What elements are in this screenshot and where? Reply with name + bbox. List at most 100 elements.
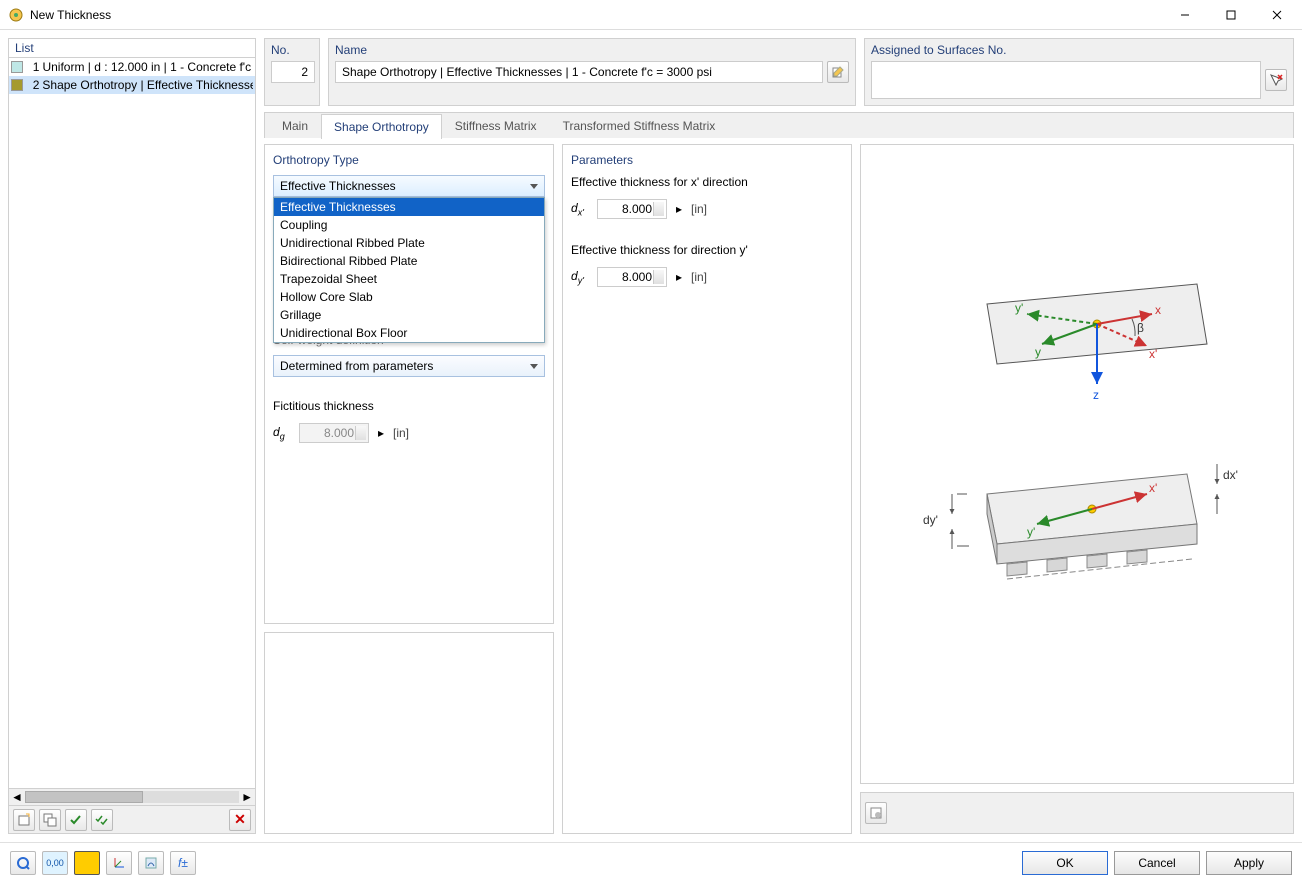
color-swatch	[11, 61, 23, 73]
parameters-panel: Parameters Effective thickness for x' di…	[562, 144, 852, 834]
combo-option[interactable]: Coupling	[274, 216, 544, 234]
scroll-left-icon[interactable]: ◄	[11, 790, 23, 804]
go-icon[interactable]: ▸	[373, 425, 389, 441]
assigned-input[interactable]	[871, 61, 1261, 99]
col-orthotropy: Orthotropy Type Effective Thicknesses Ef…	[264, 144, 554, 834]
param-x-symbol: dx'	[571, 201, 593, 217]
unit-label: [in]	[393, 426, 409, 440]
top-fields: No. 2 Name Shape Orthotropy | Effective …	[264, 38, 1294, 106]
svg-text:y': y'	[1027, 525, 1035, 539]
param-y-spinner[interactable]: 8.000	[597, 267, 667, 287]
svg-text:dx': dx'	[1223, 468, 1238, 482]
close-button[interactable]	[1254, 1, 1300, 29]
color-button[interactable]	[74, 851, 100, 875]
preview-toolbar	[860, 792, 1294, 834]
unit-label: [in]	[691, 202, 707, 216]
combo-option[interactable]: Effective Thicknesses	[274, 198, 544, 216]
orthotropy-type-title: Orthotropy Type	[273, 153, 545, 167]
svg-text:x': x'	[1149, 481, 1157, 495]
no-label: No.	[271, 43, 313, 57]
svg-text:β: β	[1137, 321, 1144, 335]
svg-text:x: x	[1155, 303, 1161, 317]
assigned-label: Assigned to Surfaces No.	[871, 43, 1287, 57]
apply-button[interactable]: Apply	[1206, 851, 1292, 875]
list-item[interactable]: 2 Shape Orthotropy | Effective Thickness…	[9, 76, 255, 94]
delete-button[interactable]: ✕	[229, 809, 251, 831]
svg-text:dy': dy'	[923, 513, 938, 527]
fictitious-spinner[interactable]: 8.000	[299, 423, 369, 443]
ok-button[interactable]: OK	[1022, 851, 1108, 875]
svg-text:z: z	[1093, 388, 1099, 402]
axis-button[interactable]	[106, 851, 132, 875]
assigned-group: Assigned to Surfaces No.	[864, 38, 1294, 106]
check-all-button[interactable]	[91, 809, 113, 831]
check-button[interactable]	[65, 809, 87, 831]
param-y-label: Effective thickness for direction y'	[571, 243, 843, 257]
scroll-right-icon[interactable]: ►	[241, 790, 253, 804]
orthotropy-panel: Orthotropy Type Effective Thicknesses Ef…	[264, 144, 554, 624]
svg-text:y: y	[1035, 345, 1041, 359]
fictitious-title: Fictitious thickness	[273, 399, 545, 413]
list-text: Shape Orthotropy | Effective Thicknesses	[42, 78, 253, 92]
combo-option[interactable]: Trapezoidal Sheet	[274, 270, 544, 288]
tab-stiffness-matrix[interactable]: Stiffness Matrix	[442, 113, 550, 138]
list-item[interactable]: 1 Uniform | d : 12.000 in | 1 - Concrete…	[9, 58, 255, 76]
svg-text:y': y'	[1015, 301, 1023, 315]
combo-option[interactable]: Bidirectional Ribbed Plate	[274, 252, 544, 270]
param-x-spinner[interactable]: 8.000	[597, 199, 667, 219]
combo-value: Effective Thicknesses	[280, 179, 396, 193]
list-body[interactable]: 1 Uniform | d : 12.000 in | 1 - Concrete…	[9, 58, 255, 788]
tab-shape-orthotropy[interactable]: Shape Orthotropy	[321, 114, 442, 139]
combo-option[interactable]: Grillage	[274, 306, 544, 324]
new-button[interactable]	[13, 809, 35, 831]
svg-text:x': x'	[1149, 347, 1157, 361]
list-panel: List 1 Uniform | d : 12.000 in | 1 - Con…	[8, 38, 256, 834]
no-input[interactable]: 2	[271, 61, 315, 83]
name-group: Name Shape Orthotropy | Effective Thickn…	[328, 38, 856, 106]
name-label: Name	[335, 43, 849, 57]
cancel-button[interactable]: Cancel	[1114, 851, 1200, 875]
fictitious-symbol: dg	[273, 425, 295, 441]
minimize-button[interactable]	[1162, 1, 1208, 29]
list-text: Uniform | d : 12.000 in | 1 - Concrete f…	[42, 60, 253, 74]
info-button[interactable]	[138, 851, 164, 875]
tab-strip: Main Shape Orthotropy Stiffness Matrix T…	[264, 112, 1294, 138]
function-button[interactable]: f±	[170, 851, 196, 875]
help-button[interactable]	[10, 851, 36, 875]
orthotropy-dropdown[interactable]: Effective Thicknesses Coupling Unidirect…	[273, 197, 545, 343]
window-title: New Thickness	[30, 8, 1162, 22]
app-icon	[8, 7, 24, 23]
units-button[interactable]: 0,00	[42, 851, 68, 875]
list-num: 1	[26, 60, 39, 74]
param-x-label: Effective thickness for x' direction	[571, 175, 843, 189]
orthotropy-type-combo[interactable]: Effective Thicknesses Effective Thicknes…	[273, 175, 545, 197]
chevron-down-icon	[530, 364, 538, 369]
go-icon[interactable]: ▸	[671, 201, 687, 217]
content: List 1 Uniform | d : 12.000 in | 1 - Con…	[0, 30, 1302, 842]
pick-surface-button[interactable]	[1265, 69, 1287, 91]
preview-settings-button[interactable]	[865, 802, 887, 824]
combo-option[interactable]: Hollow Core Slab	[274, 288, 544, 306]
titlebar: New Thickness	[0, 0, 1302, 30]
tab-main[interactable]: Main	[269, 113, 321, 138]
preview-svg: y' y x x' β z	[897, 224, 1257, 704]
param-y-symbol: dy'	[571, 269, 593, 285]
h-scrollbar[interactable]: ◄ ►	[9, 788, 255, 805]
combo-option[interactable]: Unidirectional Ribbed Plate	[274, 234, 544, 252]
parameters-title: Parameters	[571, 153, 843, 167]
tab-transformed-stiffness[interactable]: Transformed Stiffness Matrix	[550, 113, 729, 138]
empty-panel-left	[264, 632, 554, 834]
list-toolbar: ✕	[9, 805, 255, 833]
preview-panel: y' y x x' β z	[860, 144, 1294, 784]
list-num: 2	[26, 78, 39, 92]
name-input[interactable]: Shape Orthotropy | Effective Thicknesses…	[335, 61, 823, 83]
footer: 0,00 f± OK Cancel Apply	[0, 842, 1302, 882]
copy-button[interactable]	[39, 809, 61, 831]
maximize-button[interactable]	[1208, 1, 1254, 29]
go-icon[interactable]: ▸	[671, 269, 687, 285]
col-parameters: Parameters Effective thickness for x' di…	[562, 144, 852, 834]
rename-button[interactable]	[827, 61, 849, 83]
combo-option[interactable]: Unidirectional Box Floor	[274, 324, 544, 342]
list-header: List	[9, 39, 255, 58]
selfweight-combo[interactable]: Determined from parameters	[273, 355, 545, 377]
